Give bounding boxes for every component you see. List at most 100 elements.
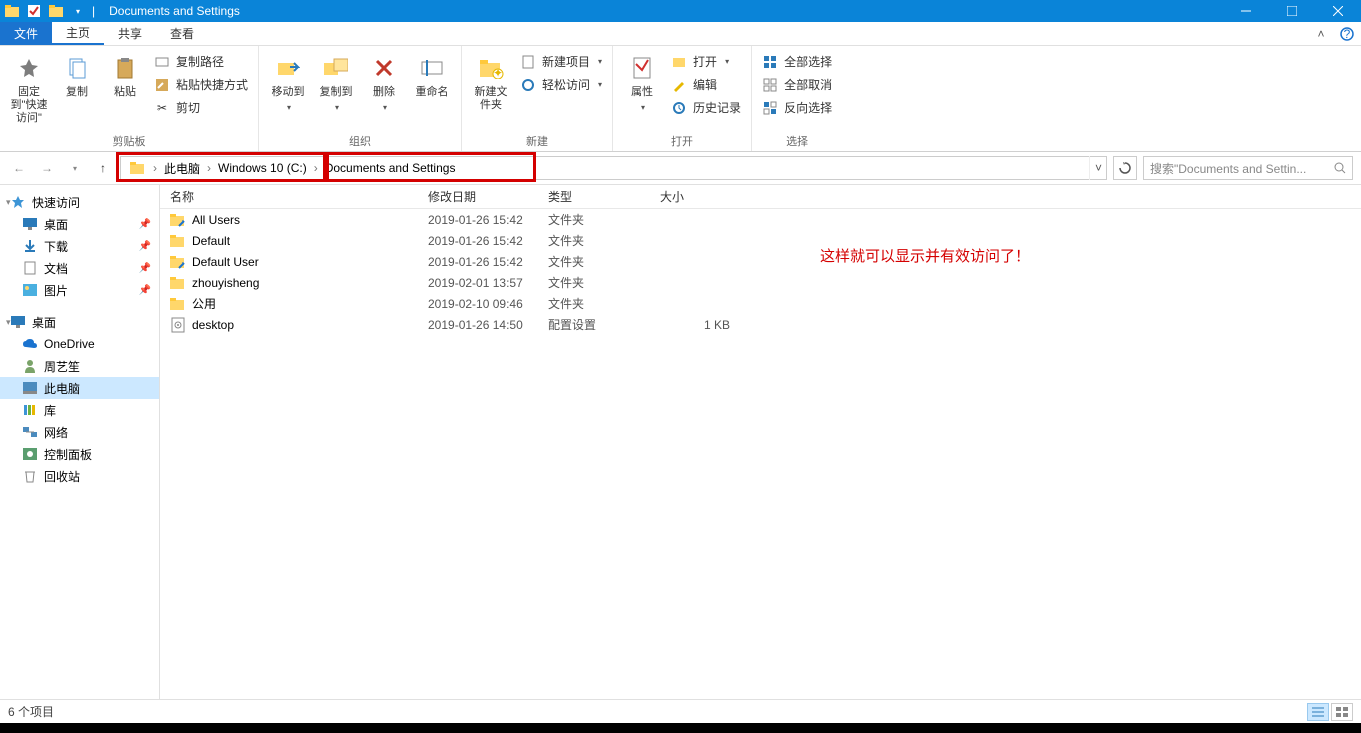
status-count: 6 个项目 [8,703,54,720]
file-modified: 2019-01-26 15:42 [428,255,548,269]
paste-button[interactable]: 粘贴 [104,50,146,99]
tab-share[interactable]: 共享 [104,22,156,45]
collapse-ribbon-icon[interactable]: ˄ [1313,26,1329,42]
table-row[interactable]: Default User2019-01-26 15:42文件夹 [160,251,1361,272]
addr-root-icon[interactable] [125,157,151,179]
addr-folder[interactable]: Documents and Settings [320,157,461,179]
control-panel-icon [22,446,38,462]
sidebar-documents[interactable]: 文档📌 [0,257,159,279]
star-icon [10,194,26,210]
pin-icon [15,54,43,82]
table-row[interactable]: Default2019-01-26 15:42文件夹 [160,230,1361,251]
maximize-button[interactable] [1269,0,1315,22]
edit-button[interactable]: 编辑 [669,75,743,94]
open-button[interactable]: 打开▾ [669,52,743,71]
svg-text:✦: ✦ [493,66,503,79]
copy-to-button[interactable]: 复制到▾ [315,50,357,112]
new-folder-button[interactable]: ✦ 新建文件夹 [470,50,512,112]
invert-selection-button[interactable]: 反向选择 [760,98,834,117]
help-icon[interactable]: ? [1339,26,1355,42]
sidebar-recycle-bin[interactable]: 回收站 [0,465,159,487]
easy-access-icon [520,77,536,93]
cut-button[interactable]: ✂剪切 [152,98,250,117]
edit-icon [671,77,687,93]
column-headers: 名称 修改日期 类型 大小 [160,185,1361,209]
annotation-text: 这样就可以显示并有效访问了！ [820,245,1030,266]
easy-access-button[interactable]: 轻松访问▾ [518,75,604,94]
addr-drive[interactable]: Windows 10 (C:) [213,157,312,179]
col-modified[interactable]: 修改日期 [428,188,548,205]
sidebar-network[interactable]: 网络 [0,421,159,443]
select-all-button[interactable]: 全部选择 [760,52,834,71]
file-modified: 2019-02-01 13:57 [428,276,548,290]
tab-file[interactable]: 文件 [0,22,52,45]
chevron-down-icon[interactable]: ▾ [6,317,11,328]
file-icon [170,317,186,333]
properties-button[interactable]: 属性▾ [621,50,663,112]
delete-button[interactable]: 删除▾ [363,50,405,112]
sidebar-onedrive[interactable]: OneDrive [0,333,159,355]
recent-dd-icon[interactable]: ▾ [64,157,86,179]
qa-toggle-icon[interactable] [26,3,42,19]
file-icon [170,296,186,312]
ribbon-group-new: ✦ 新建文件夹 新建项目▾ 轻松访问▾ 新建 [462,46,613,151]
main-area: ▾ 快速访问 桌面📌 下载📌 文档📌 图片📌 ▾ 桌面 OneDrive 周艺笙… [0,184,1361,699]
col-size[interactable]: 大小 [660,188,740,205]
back-button[interactable]: ← [8,157,30,179]
copy-button[interactable]: 复制 [56,50,98,99]
minimize-button[interactable] [1223,0,1269,22]
file-type: 配置设置 [548,316,660,333]
sidebar-user[interactable]: 周艺笙 [0,355,159,377]
sidebar-control-panel[interactable]: 控制面板 [0,443,159,465]
chevron-right-icon[interactable]: › [312,161,320,175]
network-icon [22,424,38,440]
close-button[interactable] [1315,0,1361,22]
view-large-button[interactable] [1331,703,1353,721]
file-name: desktop [192,318,234,332]
sidebar-desktop[interactable]: 桌面📌 [0,213,159,235]
pin-quick-access-button[interactable]: 固定到"快速访问" [8,50,50,125]
select-none-button[interactable]: 全部取消 [760,75,834,94]
table-row[interactable]: All Users2019-01-26 15:42文件夹 [160,209,1361,230]
table-row[interactable]: zhouyisheng2019-02-01 13:57文件夹 [160,272,1361,293]
table-row[interactable]: desktop2019-01-26 14:50配置设置1 KB [160,314,1361,335]
sidebar-pictures[interactable]: 图片📌 [0,279,159,301]
up-button[interactable]: ↑ [92,157,114,179]
col-name[interactable]: 名称 [170,188,428,205]
sidebar-this-pc[interactable]: 此电脑 [0,377,159,399]
address-dropdown-icon[interactable]: ˅ [1089,156,1107,180]
refresh-button[interactable] [1113,156,1137,180]
file-type: 文件夹 [548,232,660,249]
chevron-right-icon[interactable]: › [151,161,159,175]
new-item-button[interactable]: 新建项目▾ [518,52,604,71]
file-type: 文件夹 [548,274,660,291]
copy-path-button[interactable]: 复制路径 [152,52,250,71]
select-all-icon [762,54,778,70]
file-name: All Users [192,213,240,227]
file-name: Default User [192,255,259,269]
history-button[interactable]: 历史记录 [669,98,743,117]
move-to-button[interactable]: 移动到▾ [267,50,309,112]
file-modified: 2019-02-10 09:46 [428,297,548,311]
tab-home[interactable]: 主页 [52,22,104,45]
chevron-right-icon[interactable]: › [205,161,213,175]
sidebar-desktop-root[interactable]: ▾ 桌面 [0,311,159,333]
sidebar-downloads[interactable]: 下载📌 [0,235,159,257]
sidebar-libraries[interactable]: 库 [0,399,159,421]
dropdown-icon[interactable]: ▾ [70,3,86,19]
chevron-down-icon[interactable]: ▾ [6,197,11,208]
path-icon [154,54,170,70]
search-input[interactable]: 搜索"Documents and Settin... [1143,156,1353,180]
file-icon [170,233,186,249]
view-details-button[interactable] [1307,703,1329,721]
address-bar[interactable]: › 此电脑 › Windows 10 (C:) › Documents and … [120,156,1107,180]
sidebar-quick-access[interactable]: ▾ 快速访问 [0,191,159,213]
paste-shortcut-button[interactable]: 粘贴快捷方式 [152,75,250,94]
forward-button[interactable]: → [36,157,58,179]
addr-thispc[interactable]: 此电脑 [159,157,205,179]
tab-view[interactable]: 查看 [156,22,208,45]
table-row[interactable]: 公用2019-02-10 09:46文件夹 [160,293,1361,314]
rename-button[interactable]: 重命名 [411,50,453,99]
folder-icon-2 [48,3,64,19]
col-type[interactable]: 类型 [548,188,660,205]
